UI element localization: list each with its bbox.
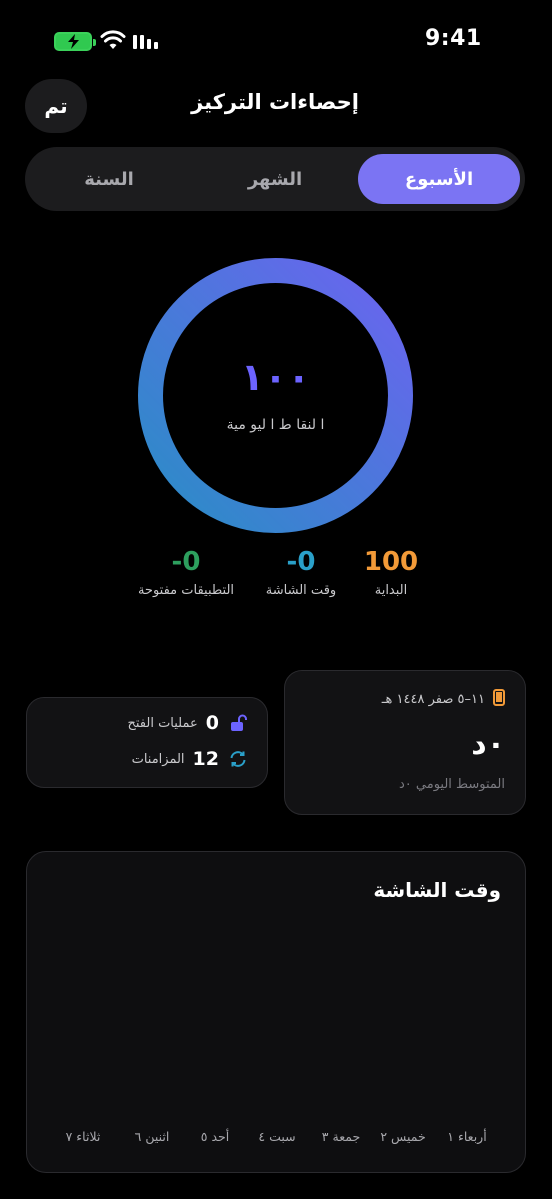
daily-average-text: المتوسط اليومي ٠د [398, 777, 505, 792]
page-title: إحصاءات التركيز [191, 90, 359, 114]
opens-label: عمليات الفتح [127, 715, 198, 731]
activity-card: 0 عمليات الفتح 12 المزامنات [26, 697, 268, 788]
opens-row: 0 عمليات الفتح [127, 712, 249, 734]
wifi-icon [100, 30, 126, 49]
daily-average-card: ١١–٥ صفر ١٤٤٨ هـ ٠د المتوسط اليومي ٠د [284, 670, 526, 815]
day-label: أربعاء ١ [447, 1129, 487, 1144]
date-range: ١١–٥ صفر ١٤٤٨ هـ [381, 692, 485, 707]
opens-count: 0 [205, 712, 219, 734]
cellular-signal-icon [133, 33, 158, 49]
ring-value: ١٠٠ [240, 355, 311, 399]
day-label: اثنين ٦ [134, 1129, 170, 1144]
screen-time-chart-card: وقت الشاشة أربعاء ١ خميس ٢ جمعة ٣ سبت ٤ … [26, 851, 526, 1173]
day-label: أحد ٥ [200, 1129, 230, 1144]
stat-screen-time-value: -0 [286, 547, 316, 577]
day-label: ثلاثاء ٧ [65, 1129, 101, 1144]
status-bar: 9:41 [0, 0, 552, 80]
chart-title: وقت الشاشة [373, 878, 501, 902]
unlock-icon [227, 712, 249, 734]
syncs-label: المزامنات [131, 751, 185, 767]
syncs-row: 12 المزامنات [132, 748, 249, 770]
stat-screen-time-label: وقت الشاشة [265, 583, 337, 598]
syncs-count: 12 [192, 748, 219, 770]
day-label: سبت ٤ [258, 1129, 296, 1144]
tab-month[interactable]: الشهر [194, 154, 356, 204]
status-time: 9:41 [425, 26, 482, 51]
sync-icon [227, 748, 249, 770]
date-row: ١١–٥ صفر ١٤٤٨ هـ [382, 689, 505, 710]
stat-open-apps-value: -0 [171, 547, 201, 577]
stat-screen-time: -0 وقت الشاشة [236, 547, 366, 598]
daily-total-value: ٠د [471, 727, 505, 762]
stat-open-apps-label: التطبيقات مفتوحة [137, 583, 235, 598]
battery-charging-icon [54, 32, 96, 51]
ring-label: ا لنقا ط ا ليو مية [226, 417, 325, 433]
tab-year[interactable]: السنة [28, 154, 190, 204]
phone-icon [493, 689, 505, 710]
tab-week[interactable]: الأسبوع [358, 154, 520, 204]
period-segmented-control: السنة الشهر الأسبوع [25, 147, 525, 211]
day-label: جمعة ٣ [321, 1129, 361, 1144]
stat-open-apps: -0 التطبيقات مفتوحة [121, 547, 251, 598]
done-button[interactable]: تم [25, 79, 87, 133]
focus-stats-screen: 9:41 تم إحصاءات التركيز السنة الشهر الأس… [0, 0, 552, 1199]
day-label: خميس ٢ [380, 1129, 426, 1144]
chart-day-labels: أربعاء ١ خميس ٢ جمعة ٣ سبت ٤ أحد ٥ اثنين… [57, 1129, 497, 1149]
